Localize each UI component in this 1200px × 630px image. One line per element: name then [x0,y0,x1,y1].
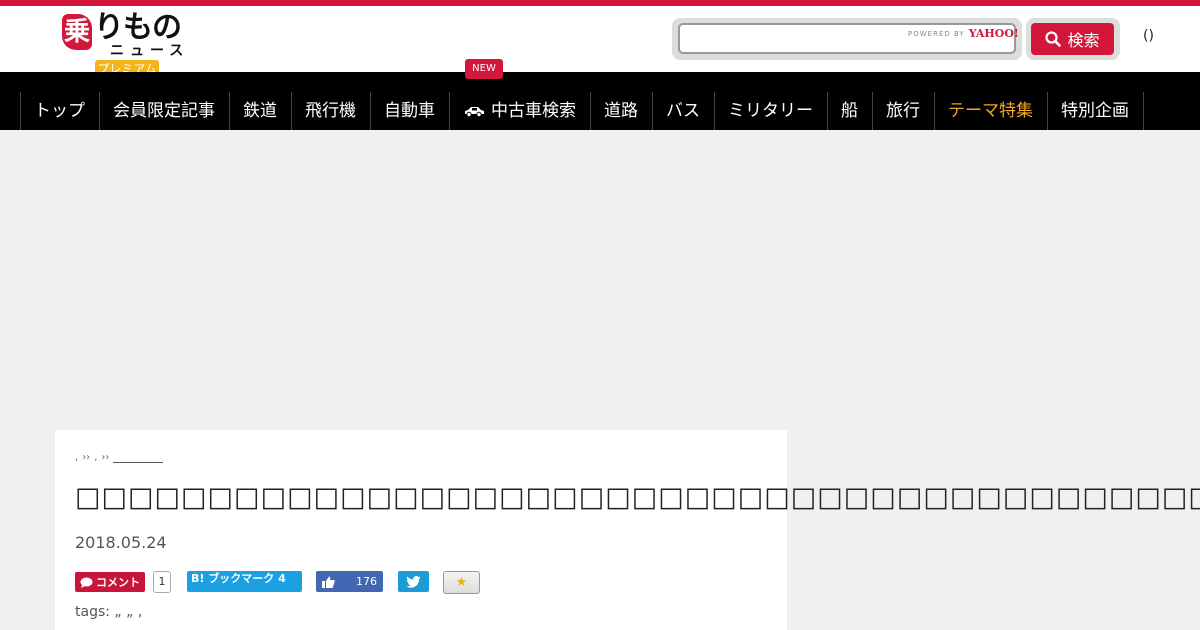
search-button[interactable]: 検索 [1031,23,1114,55]
nav-item-airplane[interactable]: 飛行機 [291,92,370,130]
car-icon [465,107,484,117]
nav-item-theme[interactable]: テーマ特集 [934,92,1047,130]
comment-icon [80,577,93,588]
user-menu[interactable]: () [1143,28,1154,44]
star-icon: ★ [455,575,468,590]
like-count: 176 [356,575,377,588]
search-button-label: 検索 [1067,31,1100,50]
logo-kanji: 乗 [62,14,92,50]
hatena-bookmark-button[interactable]: B! ブックマーク 4 [187,571,302,592]
nav-item-railway[interactable]: 鉄道 [229,92,291,130]
breadcrumb: , ›› , ›› [75,452,164,463]
nav-item-used-car-search[interactable]: 中古車検索 [449,92,590,130]
nav-item-bus[interactable]: バス [652,92,714,130]
twitter-icon [406,575,421,588]
hatena-label: B! ブックマーク [191,572,275,585]
nav-item-ship[interactable]: 船 [827,92,872,130]
comment-button[interactable]: コメント [75,572,145,592]
nav-item-car[interactable]: 自動車 [370,92,449,130]
logo-sub-text: ニュース [110,43,190,59]
nav-items: トップ 会員限定記事 鉄道 飛行機 自動車 中古車検索 道路 バス ミリタリー … [20,92,1144,130]
nav-item-military[interactable]: ミリタリー [714,92,827,130]
hatena-count: 4 [278,572,286,585]
breadcrumb-current [113,453,164,463]
breadcrumb-separator: ›› [82,452,91,463]
breadcrumb-item[interactable]: , [75,452,78,463]
breadcrumb-item[interactable]: , [94,452,97,463]
nav-item-top[interactable]: トップ [20,92,99,130]
comment-label: コメント [96,576,140,589]
article-card: , ›› , ›› □□□□□□□□□□□□□□□□□□□□□□□□□□□□□□… [55,430,1200,630]
comment-count: 1 [153,571,171,593]
twitter-button[interactable] [398,571,429,592]
search-button-wrap: 検索 [1026,18,1120,60]
facebook-like-button[interactable]: 176 [316,571,383,592]
yahoo-logo: YAHOO! [968,27,1019,40]
article-date: 2018.05.24 [75,533,167,552]
nav-item-road[interactable]: 道路 [590,92,652,130]
main-nav: トップ 会員限定記事 鉄道 飛行機 自動車 中古車検索 道路 バス ミリタリー … [0,72,1200,130]
nav-item-members[interactable]: 会員限定記事 [99,92,229,130]
nav-item-used-car-label: 中古車検索 [491,101,576,121]
nav-item-special[interactable]: 特別企画 [1047,92,1144,130]
search-icon [1045,31,1062,47]
yahoo-powered-by: POWERED BY YAHOO! [908,27,1019,40]
share-buttons: コメント 1 B! ブックマーク 4 176 ★ [75,571,575,594]
thumbs-up-icon [322,576,335,588]
powered-by-label: POWERED BY [908,29,965,38]
article-title: □□□□□□□□□□□□□□□□□□□□□□□□□□□□□□□□□□□□□□□□… [75,482,1200,513]
new-badge: NEW [465,59,503,79]
search-box: POWERED BY YAHOO! [672,18,1022,60]
article-tags: tags: „ „ , [75,604,143,620]
breadcrumb-separator: ›› [101,452,110,463]
nav-item-travel[interactable]: 旅行 [872,92,934,130]
ad-area [0,130,1200,430]
favorite-star-button[interactable]: ★ [443,571,480,594]
